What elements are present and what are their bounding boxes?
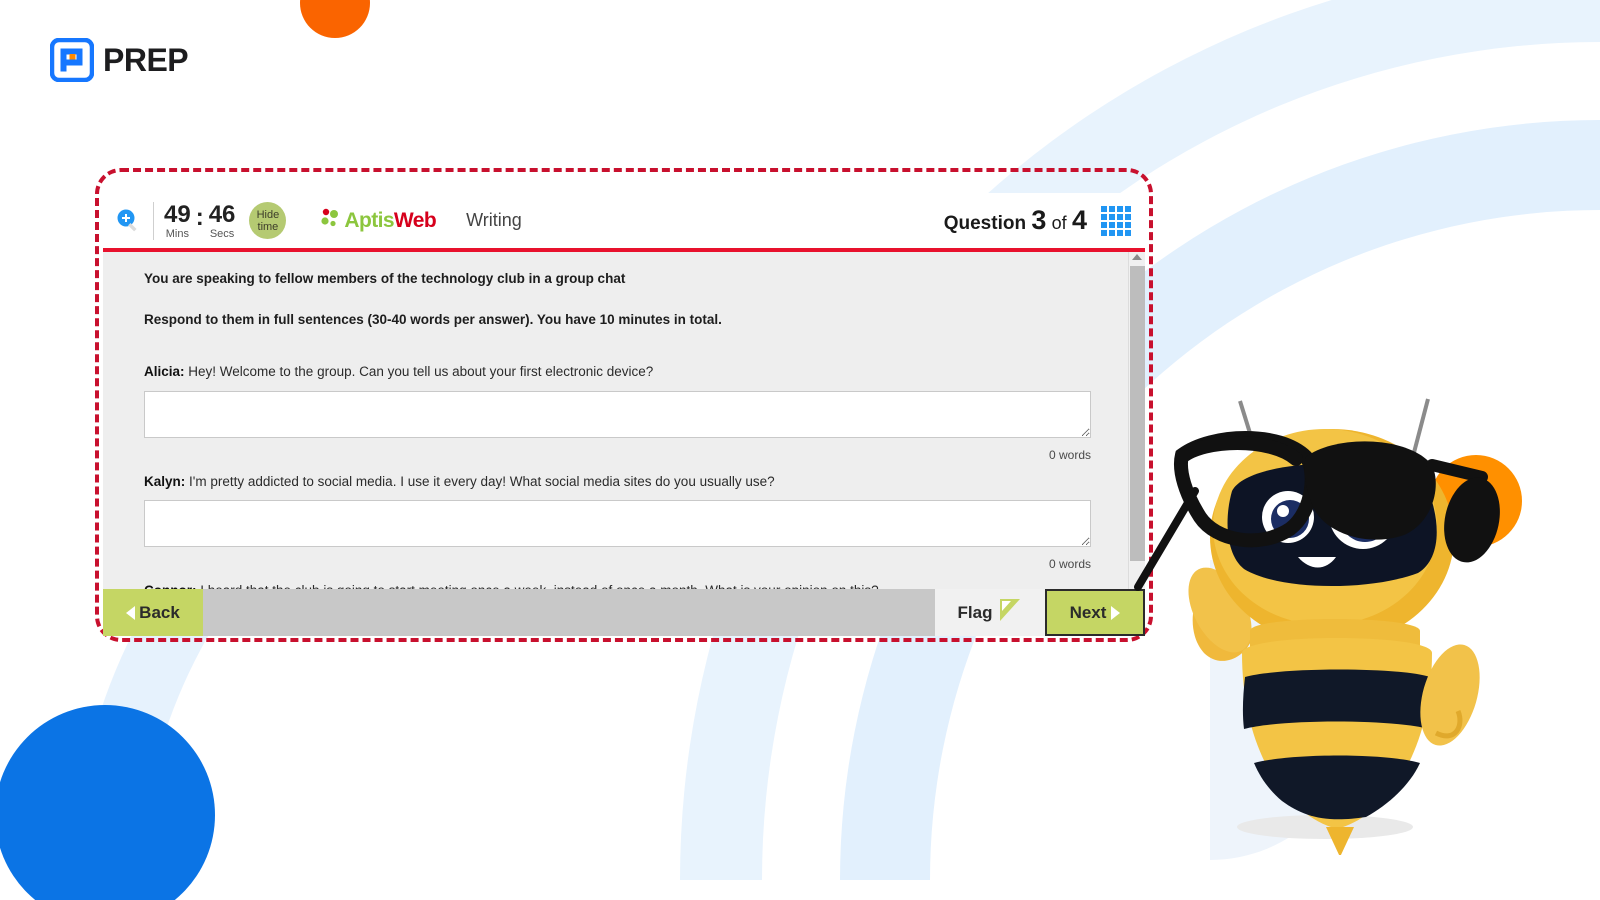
question-counter-area: Question 3 of 4 [944,205,1145,236]
hide-time-label-line2: time [257,220,279,233]
footer-progress-fill [203,589,935,636]
aptis-wordmark: AptisWeb [344,209,436,233]
app-header: 49 Mins : 46 Secs Hide time AptisWeb Wri… [103,193,1145,252]
aptis-logo-part2: Web [393,208,437,232]
word-count-2: 0 words [1048,556,1091,571]
question-text-2: I'm pretty addicted to social media. I u… [185,473,775,489]
page-root: PREP 49 Mins : 46 Secs Hide time AptisWe… [0,0,1600,900]
instruction-line-2: Respond to them in full sentences (30-40… [144,312,722,328]
header-divider [153,201,154,240]
flag-button[interactable]: Flag [935,589,1045,636]
question-block-2: Kalyn: I'm pretty addicted to social med… [144,473,1105,571]
question-block-1: Alicia: Hey! Welcome to the group. Can y… [144,363,1105,462]
skill-label: Writing [466,210,522,230]
question-block-3: Connor: I heard that the club is going t… [144,582,1105,589]
timer-seconds-label: Secs [209,228,235,240]
aptis-test-window: 49 Mins : 46 Secs Hide time AptisWeb Wri… [103,193,1145,636]
question-grid-icon[interactable] [1101,205,1131,236]
timer-separator: : [195,204,204,231]
back-button[interactable]: Back [103,589,203,636]
question-prompt-3: Connor: I heard that the club is going t… [144,582,1105,589]
prep-logo[interactable]: PREP [49,37,189,83]
timer-minutes-label: Mins [165,228,189,240]
aptisweb-logo: AptisWeb [320,207,437,234]
answer-input-1[interactable] [144,390,1091,438]
prep-logo-text: PREP [103,41,189,78]
chevron-left-icon [126,605,136,620]
word-count-1: 0 words [1048,447,1091,462]
timer-minutes-value: 49 [164,201,191,228]
bee-mascot-icon [1120,395,1560,857]
timer-minutes: 49 Mins [164,203,191,240]
question-counter-total: 4 [1071,205,1087,235]
zoom-in-magnifier-icon[interactable] [105,207,151,235]
question-counter-of: of [1051,213,1067,233]
aptis-logo-part1: Aptis [344,208,394,232]
aptis-dots-icon [320,207,342,234]
question-prompt-1: Alicia: Hey! Welcome to the group. Can y… [144,363,1105,381]
hide-time-button[interactable]: Hide time [249,202,287,239]
countdown-timer: 49 Mins : 46 Secs [164,201,235,240]
prep-logo-icon [49,37,95,83]
speaker-name-2: Kalyn: [144,473,186,489]
hide-time-label-line1: Hide [256,208,280,221]
next-button-label: Next [1069,602,1107,622]
flag-icon [998,597,1022,628]
timer-seconds-value: 46 [208,201,236,228]
question-counter-current: 3 [1031,205,1047,235]
question-text-1: Hey! Welcome to the group. Can you tell … [184,364,654,380]
timer-seconds: 46 Secs [209,203,236,240]
instruction-line-1: You are speaking to fellow members of th… [144,271,626,286]
question-content-area: You are speaking to fellow members of th… [103,252,1145,589]
speaker-name-1: Alicia: [144,364,185,380]
answer-input-2[interactable] [144,499,1091,547]
question-prompt-2: Kalyn: I'm pretty addicted to social med… [144,473,1105,491]
question-counter-prefix: Question [943,213,1027,234]
back-button-label: Back [139,602,180,622]
navigation-footer: Back Flag Next [103,589,1145,636]
question-counter: Question 3 of 4 [944,205,1087,236]
scroll-up-arrow-icon[interactable] [1132,254,1142,260]
flag-button-label: Flag [957,602,993,622]
